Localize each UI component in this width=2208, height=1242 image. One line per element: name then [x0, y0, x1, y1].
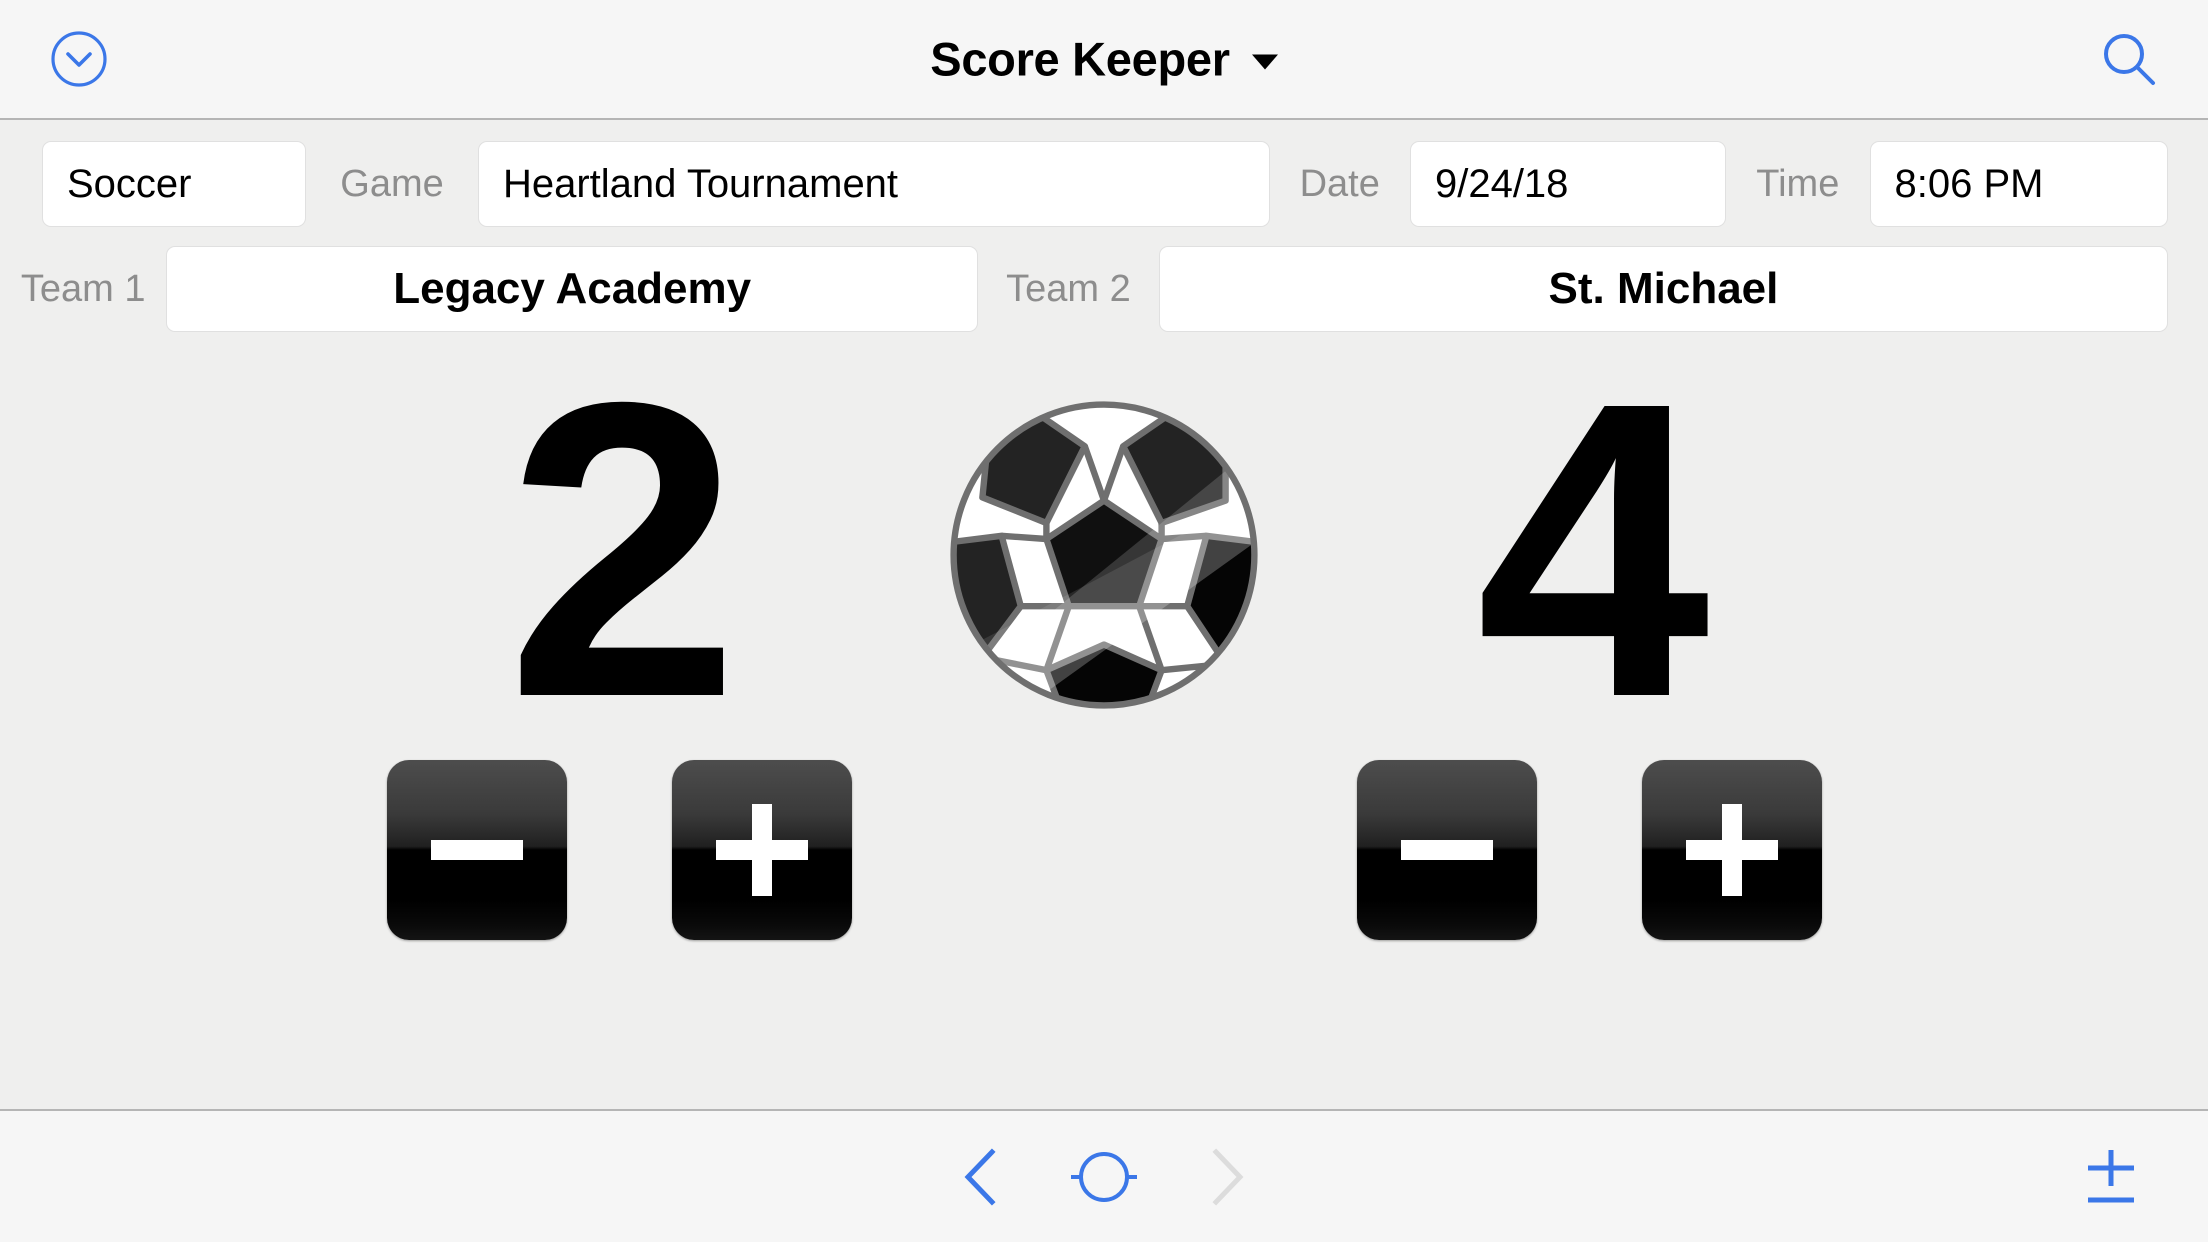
soccer-ball-icon [950, 401, 1258, 709]
triangle-down-icon[interactable] [1251, 54, 1278, 70]
time-field[interactable]: 8:06 PM [1869, 141, 2168, 227]
team1-score-value: 2 [506, 315, 740, 785]
team2-score-value: 4 [1476, 315, 1710, 785]
previous-record-button[interactable] [947, 1142, 1017, 1212]
page-title: Score Keeper [930, 32, 1230, 86]
team2-label: Team 2 [1006, 267, 1131, 310]
record-circle-icon [1071, 1151, 1137, 1202]
time-label: Time [1756, 162, 1840, 205]
team1-score-panel: 2 [299, 315, 939, 940]
chevron-right-icon [1212, 1147, 1244, 1206]
record-navigation [947, 1142, 1261, 1212]
add-record-button[interactable] [2076, 1142, 2146, 1212]
team1-decrement-button[interactable] [386, 760, 567, 940]
bottom-toolbar [0, 1109, 2208, 1242]
next-record-button[interactable] [1191, 1142, 1261, 1212]
sport-field[interactable]: Soccer [42, 141, 307, 227]
game-field[interactable]: Heartland Tournament [477, 141, 1270, 227]
app-header: Score Keeper [0, 0, 2208, 120]
team2-decrement-button[interactable] [1356, 760, 1537, 940]
game-info-row: Soccer Game Heartland Tournament Date 9/… [0, 141, 2208, 227]
game-label: Game [340, 162, 444, 205]
add-record-icon [2088, 1149, 2134, 1202]
team2-score-controls [1356, 760, 1822, 940]
sport-icon-panel [939, 332, 1269, 715]
teams-row: Team 1 Legacy Academy Team 2 St. Michael [0, 246, 2208, 332]
date-label: Date [1299, 162, 1380, 205]
score-keeper-app: Score Keeper Soccer Game Heartland Tourn… [0, 0, 2208, 1242]
plus-icon-vertical [1721, 804, 1742, 896]
team2-score-panel: 4 [1269, 315, 1909, 940]
team1-score-controls [386, 760, 852, 940]
plus-icon-vertical [751, 804, 772, 896]
date-field[interactable]: 9/24/18 [1409, 141, 1727, 227]
record-indicator[interactable] [1069, 1142, 1139, 1212]
minus-icon [1400, 840, 1493, 860]
chevron-left-icon [964, 1147, 996, 1206]
header-title-group: Score Keeper [0, 36, 2208, 83]
team1-increment-button[interactable] [671, 760, 852, 940]
chevron-down-circle-icon[interactable] [50, 30, 108, 88]
scoreboard: 2 4 [0, 332, 2208, 1109]
team2-increment-button[interactable] [1641, 760, 1822, 940]
minus-icon [430, 840, 523, 860]
team1-label: Team 1 [20, 267, 146, 310]
search-icon[interactable] [2098, 28, 2160, 90]
game-info-form: Soccer Game Heartland Tournament Date 9/… [0, 120, 2208, 332]
